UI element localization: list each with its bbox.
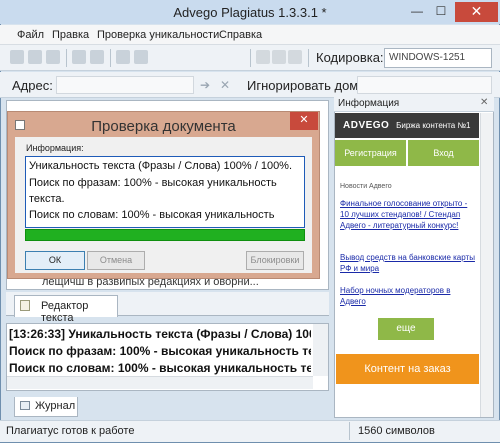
document-icon [20, 300, 30, 311]
status-text: Плагиатус готов к работе [6, 425, 135, 437]
news-heading: Новости Адвего [340, 183, 392, 190]
clear-icon[interactable]: ✕ [220, 78, 230, 92]
toolbar-separator [308, 49, 309, 67]
filter-icon[interactable] [134, 50, 148, 64]
cut-icon[interactable] [72, 50, 86, 64]
close-button[interactable]: ✕ [455, 2, 498, 22]
users-icon[interactable] [288, 50, 302, 64]
ok-button[interactable]: ОК [25, 251, 85, 270]
settings-icon[interactable] [272, 50, 286, 64]
order-content-button[interactable]: Контент на заказ [336, 354, 479, 384]
info-panel-scrollbar[interactable] [480, 113, 493, 417]
progress-bar [25, 229, 305, 241]
open-icon[interactable] [28, 50, 42, 64]
status-separator [349, 422, 350, 440]
copy-icon[interactable] [90, 50, 104, 64]
character-count: 1560 символов [358, 425, 435, 437]
address-input[interactable] [56, 76, 194, 94]
login-button[interactable]: Вход [408, 140, 479, 166]
locks-button[interactable]: Блокировки [246, 251, 304, 270]
toolbar-separator [250, 49, 251, 67]
log-horizontal-scrollbar[interactable] [7, 376, 313, 389]
log-line: [13:26:33] Уникальность текста (Фразы / … [9, 327, 311, 341]
menu-uniqueness[interactable]: Проверка уникальности [97, 29, 219, 41]
news-link[interactable]: Вывод средств на банковские карты РФ и м… [340, 252, 475, 274]
dialog-title: Проверка документа [91, 118, 236, 135]
encoding-select[interactable]: WINDOWS-1251 [384, 48, 492, 68]
log-vertical-scrollbar[interactable] [313, 324, 328, 376]
dialog-result-line: Уникальность текста (Фразы / Слова) 100%… [29, 160, 293, 172]
advego-logo: ADVEGO [343, 120, 390, 131]
menu-help[interactable]: Справка [219, 29, 262, 41]
dialog-result-line: Поиск по словам: 100% - высокая уникальн… [29, 209, 275, 221]
journal-icon [20, 401, 30, 410]
menu-file[interactable]: Файл [17, 29, 44, 41]
news-link[interactable]: Набор ночных модераторов в Адвего [340, 285, 475, 307]
log-line: Поиск по фразам: 100% - высокая уникальн… [9, 344, 311, 358]
advego-banner[interactable]: ADVEGO Биржа контента №1 [335, 113, 479, 138]
register-button[interactable]: Регистрация [335, 140, 406, 166]
maximize-button[interactable]: ☐ [430, 4, 452, 20]
more-news-button[interactable]: еще [378, 318, 434, 340]
tools-icon[interactable] [116, 50, 130, 64]
menu-edit[interactable]: Правка [52, 29, 89, 41]
toolbar-separator [66, 49, 67, 67]
info-panel-title: Информация [334, 96, 494, 112]
info-panel-close-icon[interactable]: ✕ [480, 97, 488, 108]
dialog-close-button[interactable]: ✕ [290, 112, 318, 130]
lock-icon[interactable] [256, 50, 270, 64]
advego-tagline: Биржа контента №1 [396, 121, 471, 130]
save-icon[interactable] [46, 50, 60, 64]
go-arrow-icon[interactable]: ➔ [200, 78, 210, 92]
cancel-button[interactable]: Отмена [87, 251, 145, 270]
dialog-info-label: Информация: [26, 143, 84, 153]
address-label: Адрес: [12, 78, 53, 93]
dialog-result-line: текста. [29, 193, 65, 205]
new-doc-icon[interactable] [10, 50, 24, 64]
news-link[interactable]: Финальное голосование открыто - 10 лучши… [340, 198, 475, 231]
toolbar-separator [110, 49, 111, 67]
ignore-domains-input[interactable] [357, 76, 492, 94]
encoding-label: Кодировка: [316, 50, 384, 65]
log-line: Поиск по словам: 100% - высокая уникальн… [9, 361, 311, 375]
minimize-button[interactable]: — [406, 4, 428, 20]
dialog-result-line: Поиск по фразам: 100% - высокая уникальн… [29, 177, 277, 189]
